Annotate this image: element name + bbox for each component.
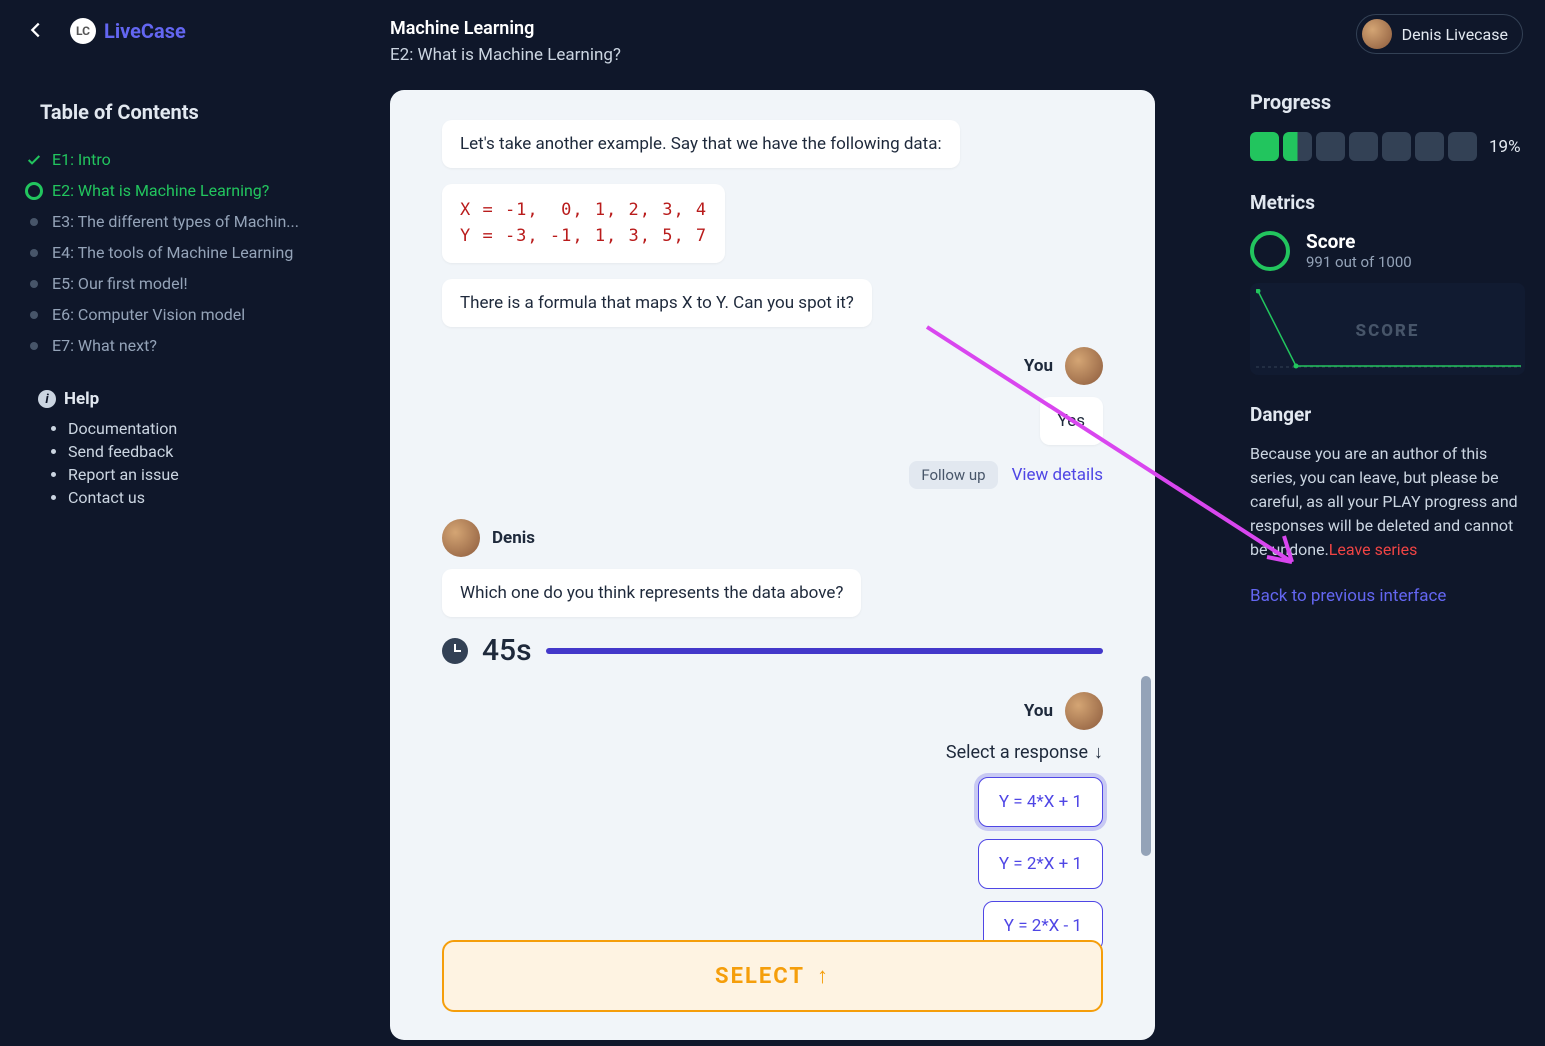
code-block: X = -1, 0, 1, 2, 3, 4 Y = -3, -1, 1, 3, … (442, 184, 725, 263)
followup-badge: Follow up (909, 461, 997, 489)
toc-item-6[interactable]: E7: What next? (20, 330, 300, 361)
logo-icon: LC (70, 18, 96, 44)
logo-text: LiveCase (104, 19, 186, 43)
back-to-previous-link[interactable]: Back to previous interface (1250, 586, 1530, 606)
toc-label: E5: Our first model! (52, 274, 188, 293)
speaker-label: Denis (492, 528, 535, 548)
instructor-message: There is a formula that maps X to Y. Can… (442, 279, 872, 327)
metrics-title: Metrics (1250, 191, 1530, 214)
progress-percent: 19% (1489, 137, 1521, 157)
toc-label: E4: The tools of Machine Learning (52, 243, 293, 262)
chat-scroll[interactable]: Let's take another example. Say that we … (390, 90, 1155, 1040)
score-ring-icon (1250, 231, 1290, 271)
toc-label: E3: The different types of Machin... (52, 212, 299, 231)
arrow-down-icon: ↓ (1094, 742, 1103, 763)
help-item-0[interactable]: Documentation (68, 417, 300, 440)
user-message: Yes (1040, 397, 1103, 445)
dot-icon (24, 311, 44, 319)
timer-row: 45s (442, 633, 1103, 668)
danger-text: Because you are an author of this series… (1250, 442, 1530, 562)
speaker-you: You (442, 692, 1103, 730)
danger-title: Danger (1250, 403, 1530, 426)
timer-progress (546, 648, 1103, 654)
dot-icon (24, 280, 44, 288)
scrollbar[interactable] (1141, 676, 1151, 856)
toc-label: E2: What is Machine Learning? (52, 181, 269, 200)
toc-item-2[interactable]: E3: The different types of Machin... (20, 206, 300, 237)
progress-segment (1415, 132, 1444, 161)
user-menu[interactable]: Denis Livecase (1356, 14, 1523, 54)
back-button[interactable] (20, 14, 52, 46)
right-panel: Progress 19% Metrics Score 991 out of 10… (1250, 90, 1530, 606)
instructor-question: Which one do you think represents the da… (442, 569, 861, 617)
score-label: Score (1306, 230, 1412, 253)
toc-item-3[interactable]: E4: The tools of Machine Learning (20, 237, 300, 268)
progress-title: Progress (1250, 90, 1530, 114)
response-option-0[interactable]: Y = 4*X + 1 (978, 777, 1103, 827)
check-icon (24, 152, 44, 168)
progress-segment (1382, 132, 1411, 161)
toc-item-4[interactable]: E5: Our first model! (20, 268, 300, 299)
speaker-you: You (442, 347, 1103, 385)
response-prompt: Select a response↓ (442, 742, 1103, 763)
score-sparkline (1256, 289, 1521, 373)
help-item-1[interactable]: Send feedback (68, 440, 300, 463)
help-title: Help (64, 389, 99, 409)
avatar (442, 519, 480, 557)
toc-label: E6: Computer Vision model (52, 305, 245, 324)
speaker-instructor: Denis (442, 519, 1103, 557)
dot-icon (24, 249, 44, 257)
score-chart: SCORE (1250, 283, 1525, 375)
user-name: Denis Livecase (1402, 25, 1508, 44)
view-details-link[interactable]: View details (1012, 465, 1103, 485)
avatar (1362, 19, 1392, 49)
avatar (1065, 347, 1103, 385)
info-icon: i (38, 390, 56, 408)
speaker-label: You (1024, 356, 1053, 376)
progress-segment (1283, 132, 1312, 161)
help-item-3[interactable]: Contact us (68, 486, 300, 509)
arrow-up-icon: ↑ (817, 963, 830, 989)
toc-label: E7: What next? (52, 336, 157, 355)
dot-icon (24, 342, 44, 350)
page-title: Machine Learning (390, 18, 621, 39)
help-item-2[interactable]: Report an issue (68, 463, 300, 486)
clock-icon (442, 638, 468, 664)
logo[interactable]: LC LiveCase (70, 18, 186, 44)
arrow-left-icon (25, 19, 47, 41)
timer-value: 45s (482, 633, 532, 668)
instructor-message: Let's take another example. Say that we … (442, 120, 960, 168)
select-button[interactable]: SELECT ↑ (442, 940, 1103, 1012)
toc-item-5[interactable]: E6: Computer Vision model (20, 299, 300, 330)
toc-item-1[interactable]: E2: What is Machine Learning? (20, 175, 300, 206)
help-header: i Help (38, 389, 300, 409)
toc-item-0[interactable]: E1: Intro (20, 144, 300, 175)
speaker-label: You (1024, 701, 1053, 721)
progress-segment (1316, 132, 1345, 161)
page-subtitle: E2: What is Machine Learning? (390, 45, 621, 65)
score-value: 991 out of 1000 (1306, 253, 1412, 271)
ring-icon (24, 182, 44, 200)
chat-panel: Let's take another example. Say that we … (390, 90, 1155, 1040)
progress-segment (1349, 132, 1378, 161)
progress-bar (1250, 132, 1477, 161)
avatar (1065, 692, 1103, 730)
progress-segment (1448, 132, 1477, 161)
progress-segment (1250, 132, 1279, 161)
leave-series-link[interactable]: Leave series (1329, 540, 1418, 559)
sidebar: Table of Contents E1: Intro E2: What is M… (10, 90, 310, 509)
response-option-1[interactable]: Y = 2*X + 1 (978, 839, 1103, 889)
dot-icon (24, 218, 44, 226)
toc-label: E1: Intro (52, 150, 111, 169)
toc-title: Table of Contents (40, 100, 280, 124)
